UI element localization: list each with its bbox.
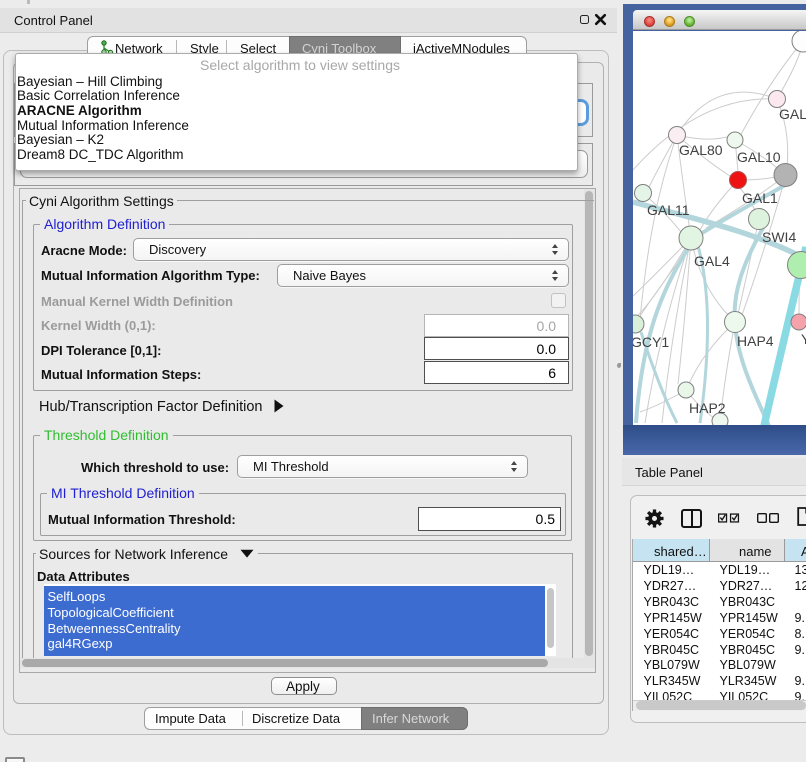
svg-text:SWI4: SWI4	[762, 229, 796, 245]
svg-text:GAL: GAL	[779, 106, 806, 122]
svg-text:HAP4: HAP4	[737, 333, 774, 349]
svg-text:GCY1: GCY1	[633, 334, 669, 350]
svg-text:GAL1: GAL1	[742, 190, 778, 206]
svg-text:HAP2: HAP2	[689, 400, 726, 416]
svg-text:Y: Y	[801, 331, 806, 347]
svg-text:GAL11: GAL11	[647, 202, 690, 218]
svg-text:GAL80: GAL80	[679, 142, 723, 158]
svg-text:GAL4: GAL4	[694, 253, 730, 269]
svg-text:GAL10: GAL10	[737, 149, 781, 165]
